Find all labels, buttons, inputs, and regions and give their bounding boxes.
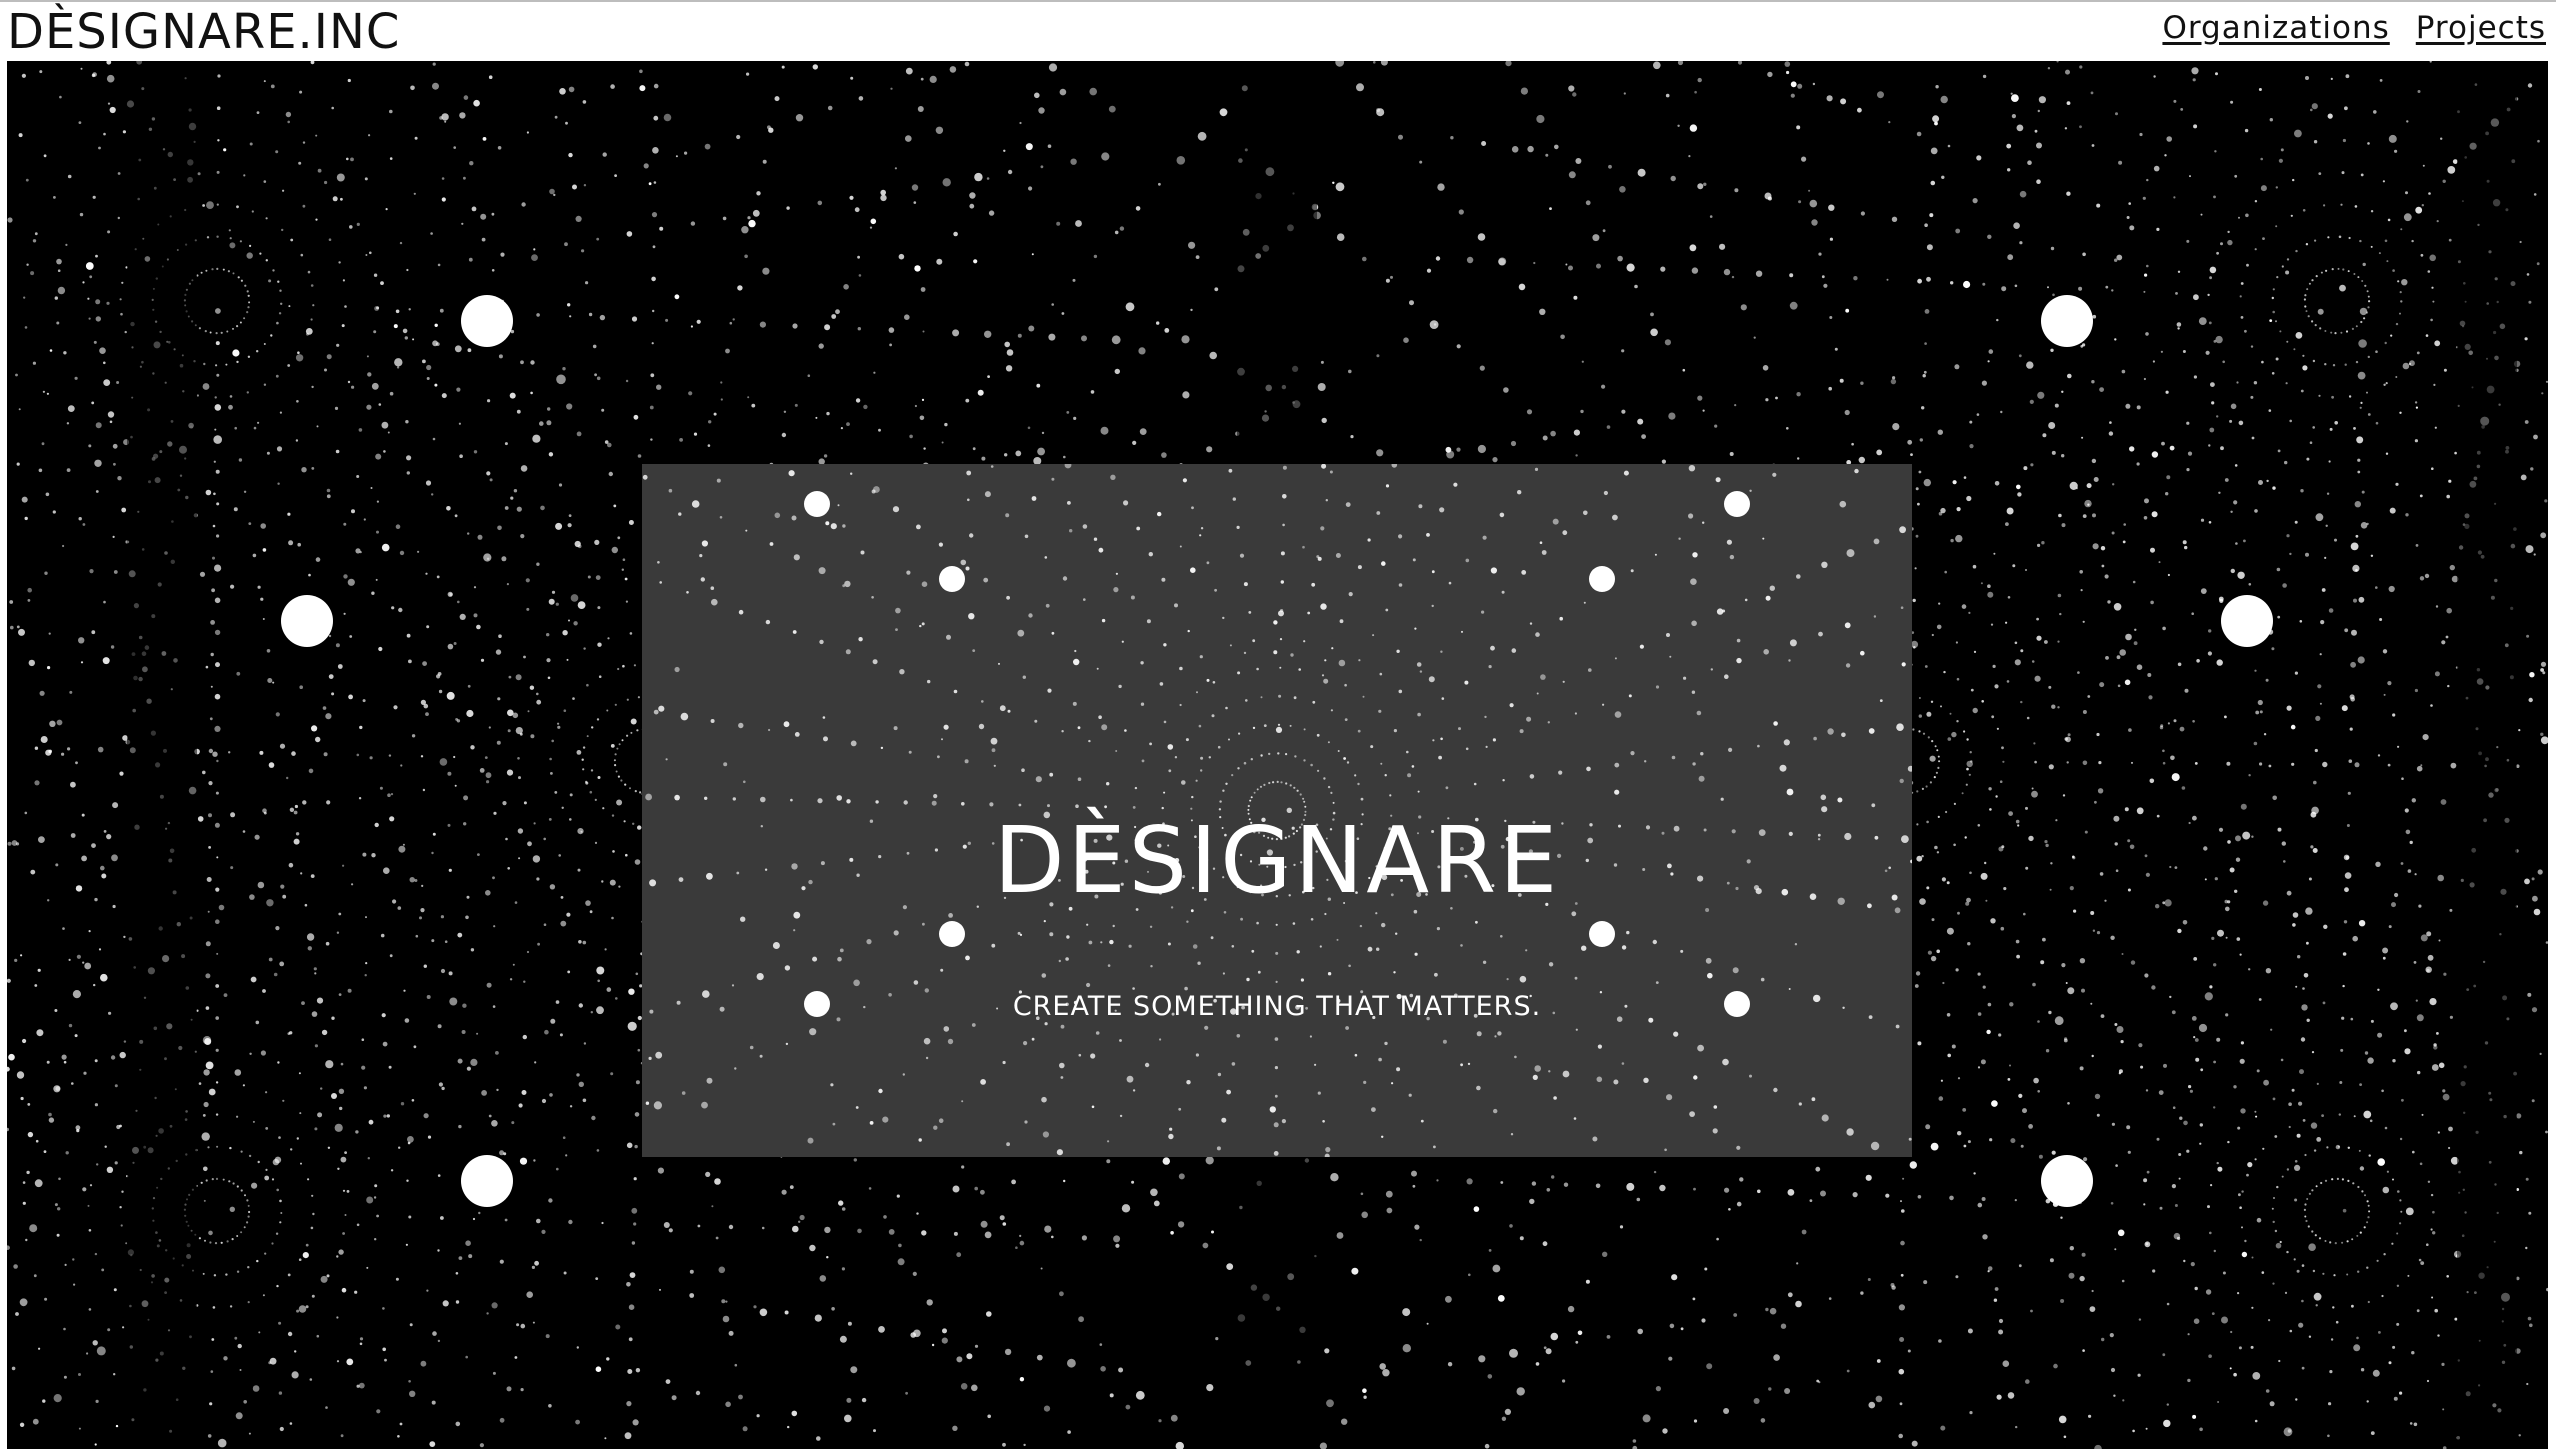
bottom-margin — [0, 1449, 2556, 1456]
hero-subtitle: CREATE SOMETHING THAT MATTERS. — [1012, 991, 1542, 1022]
main-nav: Organizations Projects — [2162, 6, 2546, 50]
page: DÈSIGNARE.INC Organizations Projects DÈS… — [0, 0, 2556, 1456]
site-logo[interactable]: DÈSIGNARE.INC — [7, 2, 400, 62]
nav-link-organizations[interactable]: Organizations — [2162, 6, 2389, 50]
hero-section: DÈSIGNARE CREATE SOMETHING THAT MATTERS. — [7, 61, 2548, 1449]
hero-panel: DÈSIGNARE CREATE SOMETHING THAT MATTERS. — [642, 464, 1912, 1157]
nav-link-projects[interactable]: Projects — [2416, 6, 2546, 50]
site-header: DÈSIGNARE.INC Organizations Projects — [0, 2, 2556, 60]
hero-title: DÈSIGNARE — [993, 807, 1561, 914]
